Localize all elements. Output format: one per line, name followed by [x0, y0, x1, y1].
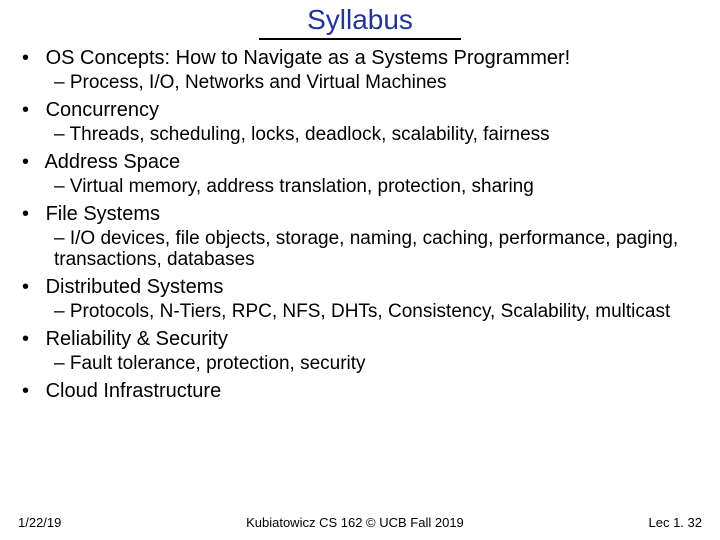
- subtopic-label: Protocols, N-Tiers, RPC, NFS, DHTs, Cons…: [70, 301, 670, 322]
- subtopic-label: I/O devices, file objects, storage, nami…: [54, 228, 678, 271]
- subtopic-label: Fault tolerance, protection, security: [70, 353, 366, 374]
- bullet-icon: •: [22, 275, 40, 299]
- topic-item: • OS Concepts: How to Navigate as a Syst…: [22, 46, 700, 70]
- footer: 1/22/19 Kubiatowicz CS 162 © UCB Fall 20…: [0, 515, 720, 530]
- topic-item: • Cloud Infrastructure: [22, 379, 700, 403]
- subtopic-label: Virtual memory, address translation, pro…: [70, 176, 534, 197]
- topic-label: OS Concepts: How to Navigate as a System…: [46, 47, 571, 69]
- bullet-icon: •: [22, 150, 40, 174]
- subtopic-item: – I/O devices, file objects, storage, na…: [54, 228, 700, 272]
- dash-icon: –: [54, 228, 70, 249]
- bullet-icon: •: [22, 46, 40, 70]
- topic-label: Reliability & Security: [46, 328, 228, 350]
- topic-label: Concurrency: [46, 99, 159, 121]
- subtopic-item: – Process, I/O, Networks and Virtual Mac…: [54, 72, 700, 94]
- dash-icon: –: [54, 353, 70, 374]
- dash-icon: –: [54, 176, 70, 197]
- topic-label: Distributed Systems: [46, 276, 224, 298]
- topic-item: • Address Space: [22, 150, 700, 174]
- bullet-icon: •: [22, 202, 40, 226]
- title-wrap: Syllabus: [20, 4, 700, 40]
- topic-item: • Concurrency: [22, 98, 700, 122]
- topic-item: • File Systems: [22, 202, 700, 226]
- bullet-icon: •: [22, 98, 40, 122]
- footer-date: 1/22/19: [18, 515, 61, 530]
- footer-center: Kubiatowicz CS 162 © UCB Fall 2019: [61, 515, 648, 530]
- topic-item: • Distributed Systems: [22, 275, 700, 299]
- topic-label: File Systems: [46, 203, 160, 225]
- content-area: • OS Concepts: How to Navigate as a Syst…: [20, 46, 700, 403]
- footer-slide-number: Lec 1. 32: [649, 515, 703, 530]
- topic-label: Address Space: [44, 151, 180, 173]
- dash-icon: –: [54, 124, 70, 145]
- subtopic-item: – Fault tolerance, protection, security: [54, 353, 700, 375]
- subtopic-label: Threads, scheduling, locks, deadlock, sc…: [70, 124, 550, 145]
- subtopic-item: – Virtual memory, address translation, p…: [54, 176, 700, 198]
- subtopic-label: Process, I/O, Networks and Virtual Machi…: [70, 72, 447, 93]
- subtopic-item: – Threads, scheduling, locks, deadlock, …: [54, 124, 700, 146]
- slide-title: Syllabus: [259, 4, 461, 40]
- bullet-icon: •: [22, 327, 40, 351]
- subtopic-item: – Protocols, N-Tiers, RPC, NFS, DHTs, Co…: [54, 301, 700, 323]
- dash-icon: –: [54, 301, 70, 322]
- topic-item: • Reliability & Security: [22, 327, 700, 351]
- topic-label: Cloud Infrastructure: [46, 380, 222, 402]
- slide: Syllabus • OS Concepts: How to Navigate …: [0, 0, 720, 403]
- dash-icon: –: [54, 72, 70, 93]
- bullet-icon: •: [22, 379, 40, 403]
